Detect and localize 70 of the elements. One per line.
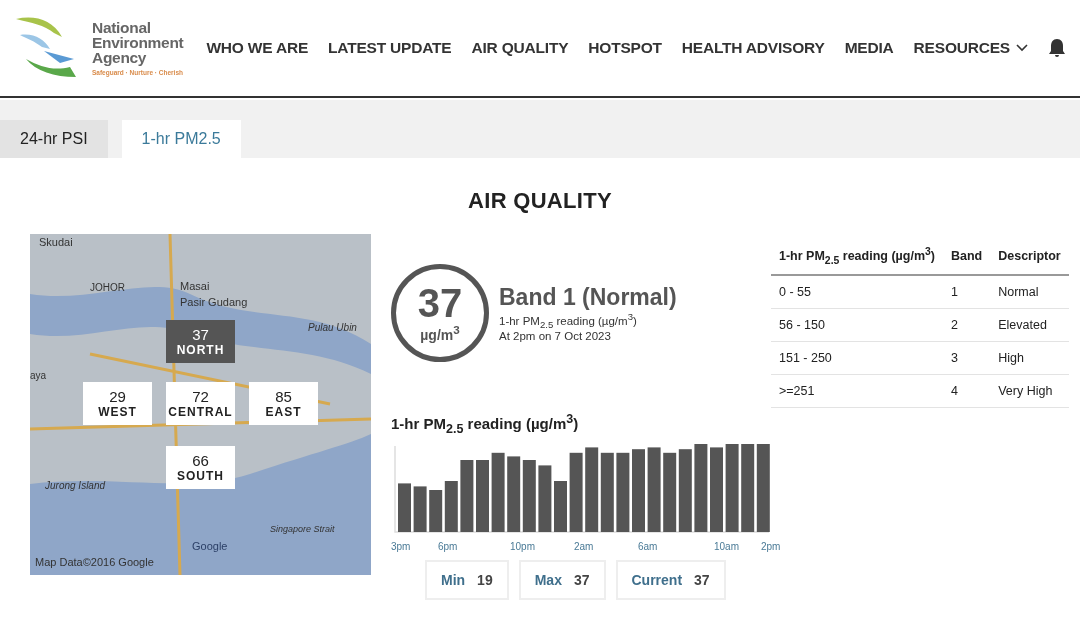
axis-label: 6am bbox=[638, 541, 658, 552]
map-label: Singapore Strait bbox=[270, 524, 335, 534]
axis-label: 2am bbox=[574, 541, 594, 552]
region-marker[interactable]: 37 NORTH bbox=[166, 320, 235, 363]
bar bbox=[413, 486, 427, 532]
tab[interactable]: 24-hr PSI bbox=[0, 120, 108, 158]
bar bbox=[460, 460, 474, 532]
table-cell: 4 bbox=[942, 374, 991, 408]
nav-link[interactable]: WHO WE ARE bbox=[206, 39, 309, 57]
column-header: Band bbox=[942, 238, 991, 275]
bar bbox=[554, 481, 567, 532]
map-label: Masai bbox=[180, 280, 210, 292]
bar bbox=[429, 490, 443, 532]
table-cell: 2 bbox=[942, 308, 991, 342]
map-label: Pulau Ubin bbox=[308, 322, 357, 333]
stat-box: Current 37 bbox=[615, 560, 726, 600]
region-marker[interactable]: 29 WEST bbox=[83, 382, 152, 425]
axis-label: 6pm bbox=[438, 541, 458, 552]
map-label: JOHOR bbox=[90, 282, 125, 293]
map-logo: Google bbox=[192, 540, 228, 552]
table-cell: Normal bbox=[990, 274, 1069, 309]
logo-text: Agency bbox=[92, 50, 148, 65]
table-cell: 151 - 250 bbox=[771, 341, 943, 375]
bar bbox=[398, 483, 411, 532]
map[interactable]: Skudai JOHOR Masai Pasir Gudang Pulau Ubin aya Jurong Island Singapore Strait Map Data©2016 Google Google 37 NORTH 29 WEST 72 CENTRAL 85 EAST 66 SOUTH bbox=[30, 234, 371, 575]
logo-text: National bbox=[92, 20, 152, 35]
table-cell: Elevated bbox=[990, 308, 1069, 342]
chevron-down-icon bbox=[1016, 44, 1028, 52]
region-marker[interactable]: 66 SOUTH bbox=[166, 446, 235, 489]
bar bbox=[476, 460, 489, 532]
tab[interactable]: 1-hr PM2.5 bbox=[121, 120, 241, 158]
logo-text: Environment bbox=[92, 35, 184, 50]
nav-link[interactable]: HEALTH ADVISORY bbox=[681, 39, 825, 57]
nav-link[interactable]: HOTSPOT bbox=[588, 39, 662, 57]
bell-icon[interactable] bbox=[1048, 38, 1066, 58]
reading-time: At 2pm on 7 Oct 2023 bbox=[499, 330, 612, 343]
table-cell: 3 bbox=[942, 341, 991, 375]
table-cell: 1 bbox=[942, 274, 991, 309]
table-cell: 56 - 150 bbox=[771, 308, 943, 342]
region-marker[interactable]: 72 CENTRAL bbox=[166, 382, 235, 425]
reading-caption: 1-hr PM$_{2.5}$ reading (µg/m$^{3}$) bbox=[499, 310, 638, 331]
column-header: Descriptor bbox=[990, 238, 1069, 275]
reading-gauge: 37 µg/m$^{3}$ bbox=[391, 264, 489, 362]
axis-label: 10am bbox=[714, 541, 739, 552]
nav-link[interactable]: AIR QUALITY bbox=[471, 39, 569, 57]
map-label: Pasir Gudang bbox=[180, 296, 248, 308]
table-cell: Very High bbox=[990, 374, 1069, 408]
table-cell: >=251 bbox=[771, 374, 943, 408]
chart-title: 1-hr PM$_{2.5}$ reading (µg/m$^{3}$) bbox=[391, 412, 580, 436]
bar bbox=[538, 465, 552, 532]
band-title: Band 1 (Normal) bbox=[499, 283, 677, 311]
axis-label: 3pm bbox=[391, 541, 411, 552]
table-cell: High bbox=[990, 341, 1069, 375]
map-label: aya bbox=[30, 370, 47, 381]
bar bbox=[444, 481, 458, 532]
stat-box: Min 19 bbox=[425, 560, 509, 600]
map-attribution: Map Data©2016 Google bbox=[35, 556, 154, 568]
column-header: 1-hr PM$_{2.5}$ reading (µg/m$^{3}$) bbox=[771, 238, 943, 275]
bar bbox=[522, 460, 536, 532]
page-heading: AIR QUALITY bbox=[467, 188, 613, 214]
stat-box: Max 37 bbox=[518, 560, 606, 600]
nav-link[interactable]: MEDIA bbox=[844, 39, 894, 57]
nav-link[interactable]: LATEST UPDATE bbox=[328, 39, 452, 57]
nav-link[interactable]: RESOURCES bbox=[913, 39, 1028, 57]
axis-label: 10pm bbox=[510, 541, 535, 552]
region-marker[interactable]: 85 EAST bbox=[249, 382, 318, 425]
map-label: Skudai bbox=[39, 236, 73, 248]
map-label: Jurong Island bbox=[45, 480, 106, 491]
table-cell: 0 - 55 bbox=[771, 274, 943, 309]
axis-label: 2pm bbox=[761, 541, 781, 552]
